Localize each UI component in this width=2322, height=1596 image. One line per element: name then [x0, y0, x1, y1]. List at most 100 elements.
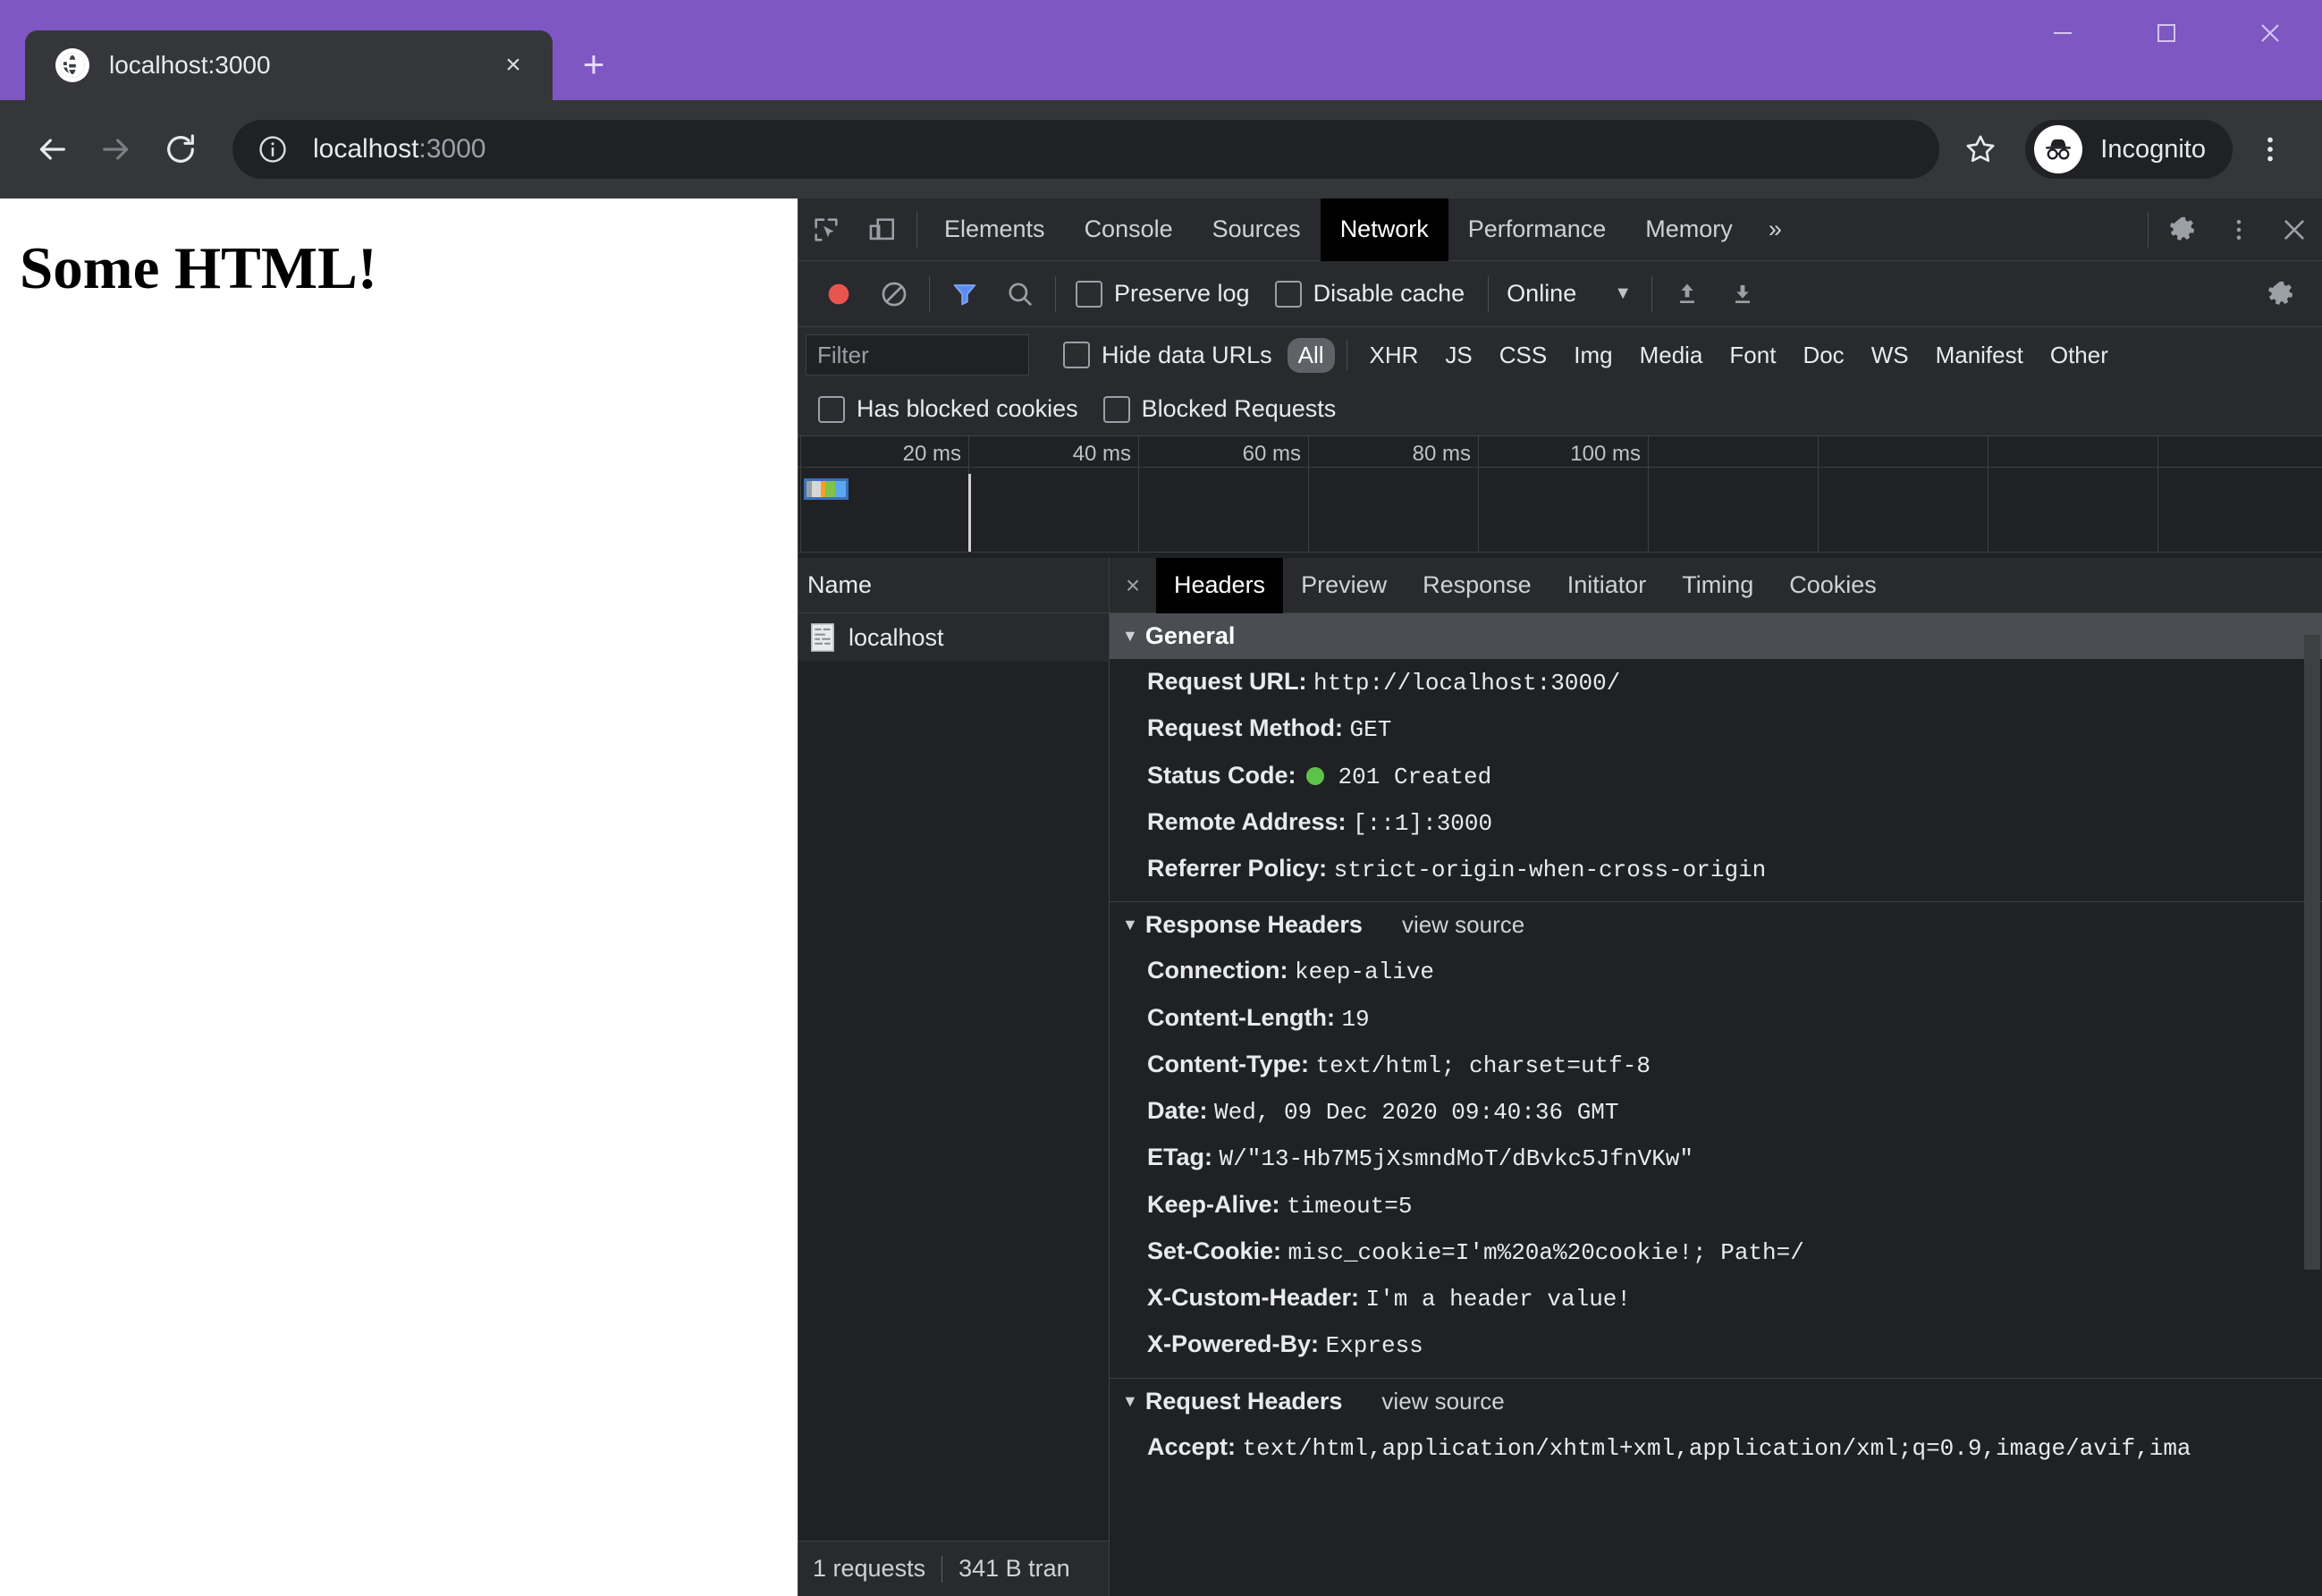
- network-filter-bar-2: Has blocked cookies Blocked Requests: [798, 383, 2322, 436]
- devtools-kebab-menu-icon[interactable]: [2211, 202, 2267, 258]
- detail-scrollbar[interactable]: [2302, 613, 2322, 1596]
- has-blocked-cookies-checkbox[interactable]: [818, 395, 845, 423]
- header-key: Status Code:: [1147, 761, 1296, 789]
- preserve-log-checkbox-row[interactable]: Preserve log: [1076, 280, 1250, 308]
- device-toolbar-icon[interactable]: [854, 202, 909, 258]
- header-row-content-length: Content-Length: 19: [1110, 995, 2322, 1042]
- record-stop-icon[interactable]: [811, 266, 866, 322]
- detail-tab-headers[interactable]: Headers: [1156, 557, 1284, 613]
- incognito-indicator[interactable]: Incognito: [2025, 120, 2233, 179]
- maximize-icon[interactable]: [2115, 0, 2218, 66]
- detail-tab-response[interactable]: Response: [1405, 558, 1549, 613]
- type-filter-all[interactable]: All: [1287, 337, 1335, 373]
- star-icon[interactable]: [1948, 117, 2013, 182]
- type-filter-manifest[interactable]: Manifest: [1925, 338, 2034, 373]
- section-header-request-headers[interactable]: ▼ Request Headers view source: [1110, 1379, 2322, 1424]
- header-key: Keep-Alive:: [1147, 1190, 1280, 1218]
- caret-down-icon: ▼: [1122, 1391, 1138, 1410]
- has-blocked-cookies-row[interactable]: Has blocked cookies: [818, 395, 1078, 423]
- type-filter-img[interactable]: Img: [1563, 338, 1623, 373]
- devtools-tab-network[interactable]: Network: [1320, 198, 1448, 261]
- browser-tab[interactable]: localhost:3000 ×: [25, 30, 553, 100]
- hide-data-urls-checkbox[interactable]: [1063, 342, 1090, 368]
- export-har-icon[interactable]: [1715, 266, 1770, 322]
- devtools-tab-elements[interactable]: Elements: [925, 198, 1065, 261]
- detail-tab-initiator[interactable]: Initiator: [1549, 558, 1665, 613]
- forward-arrow-icon[interactable]: [84, 117, 148, 182]
- header-key: Referrer Policy:: [1147, 855, 1328, 882]
- section-header-response-headers[interactable]: ▼ Response Headers view source: [1110, 902, 2322, 948]
- devtools-tab-memory[interactable]: Memory: [1625, 198, 1752, 261]
- devtools-tab-console[interactable]: Console: [1065, 198, 1193, 261]
- inspect-element-icon[interactable]: [798, 202, 854, 258]
- disable-cache-checkbox-row[interactable]: Disable cache: [1274, 280, 1465, 308]
- header-value: 201 Created: [1338, 763, 1492, 790]
- minimize-icon[interactable]: [2011, 0, 2115, 66]
- blocked-requests-row[interactable]: Blocked Requests: [1102, 395, 1336, 423]
- type-filter-xhr[interactable]: XHR: [1359, 338, 1430, 373]
- new-tab-button[interactable]: +: [567, 38, 621, 91]
- detail-tab-cookies[interactable]: Cookies: [1771, 558, 1895, 613]
- header-value: text/html; charset=utf-8: [1315, 1051, 1651, 1079]
- filter-input[interactable]: Filter: [806, 334, 1029, 376]
- import-har-icon[interactable]: [1659, 266, 1715, 322]
- tab-close-icon[interactable]: ×: [494, 46, 533, 85]
- info-circle-icon[interactable]: [256, 132, 290, 166]
- filter-funnel-icon[interactable]: [937, 266, 992, 322]
- bar-segment-stalled: [812, 481, 821, 497]
- caret-down-icon: ▼: [1122, 627, 1138, 645]
- detail-tab-preview[interactable]: Preview: [1283, 558, 1405, 613]
- toolbar-divider-right: [2148, 211, 2149, 248]
- type-filter-other[interactable]: Other: [2039, 338, 2119, 373]
- address-host: localhost: [313, 134, 419, 164]
- type-filter-doc[interactable]: Doc: [1792, 338, 1854, 373]
- header-row-etag: ETag: W/"13-Hb7M5jXsmndMoT/dBvkc5JfnVKw": [1110, 1135, 2322, 1181]
- overview-tick-60ms: 60 ms: [1242, 442, 1301, 466]
- header-row-status-code: Status Code: 201 Created: [1110, 753, 2322, 799]
- back-arrow-icon[interactable]: [20, 117, 84, 182]
- gear-icon[interactable]: [2156, 202, 2211, 258]
- detail-close-icon[interactable]: ×: [1110, 571, 1156, 600]
- disable-cache-checkbox[interactable]: [1274, 280, 1302, 308]
- view-source-link-response[interactable]: view source: [1402, 911, 1524, 939]
- type-filter-font[interactable]: Font: [1718, 338, 1786, 373]
- type-filter-ws[interactable]: WS: [1861, 338, 1920, 373]
- network-overview-timeline[interactable]: 20 ms 40 ms 60 ms 80 ms 100 ms: [798, 436, 2322, 553]
- header-value: timeout=5: [1287, 1192, 1413, 1220]
- reload-icon[interactable]: [148, 117, 213, 182]
- address-bar[interactable]: localhost:3000: [232, 120, 1940, 179]
- search-icon[interactable]: [992, 266, 1048, 322]
- header-row-accept: Accept: text/html,application/xhtml+xml,…: [1110, 1424, 2322, 1471]
- devtools-tab-bar: Elements Console Sources Network Perform…: [798, 198, 2322, 261]
- header-key: Set-Cookie:: [1147, 1237, 1282, 1264]
- tab-title: localhost:3000: [109, 51, 271, 79]
- throttling-dropdown[interactable]: Online ▼: [1507, 280, 1632, 308]
- type-filter-js[interactable]: JS: [1434, 338, 1482, 373]
- devtools-tab-sources[interactable]: Sources: [1193, 198, 1321, 261]
- request-list-column-header[interactable]: Name: [798, 558, 1109, 613]
- header-row-remote-address: Remote Address: [::1]:3000: [1110, 799, 2322, 846]
- detail-scrollbar-thumb[interactable]: [2304, 635, 2320, 1270]
- table-row[interactable]: localhost: [798, 613, 1109, 662]
- section-header-general[interactable]: ▼ General: [1110, 613, 2322, 659]
- devtools-tab-performance[interactable]: Performance: [1448, 198, 1626, 261]
- detail-tab-bar: × Headers Preview Response Initiator Tim…: [1110, 557, 2322, 613]
- clear-icon[interactable]: [866, 266, 922, 322]
- header-value: Express: [1325, 1332, 1423, 1360]
- view-source-link-request[interactable]: view source: [1381, 1388, 1504, 1415]
- kebab-menu-icon[interactable]: [2238, 117, 2302, 182]
- network-toolbar-divider-1: [929, 275, 930, 312]
- header-value: [::1]:3000: [1353, 809, 1493, 837]
- blocked-requests-checkbox[interactable]: [1102, 395, 1130, 423]
- devtools-close-icon[interactable]: [2267, 202, 2322, 258]
- has-blocked-cookies-label: Has blocked cookies: [857, 395, 1078, 422]
- detail-tab-timing[interactable]: Timing: [1664, 558, 1771, 613]
- more-panels-icon[interactable]: »: [1752, 198, 1798, 261]
- type-filter-css[interactable]: CSS: [1489, 338, 1558, 373]
- preserve-log-checkbox[interactable]: [1076, 280, 1102, 308]
- hide-data-urls-row[interactable]: Hide data URLs: [1063, 342, 1272, 369]
- network-settings-gear-icon[interactable]: [2254, 266, 2309, 322]
- close-icon[interactable]: [2218, 0, 2322, 66]
- overview-request-bar: [804, 478, 849, 500]
- type-filter-media[interactable]: Media: [1629, 338, 1714, 373]
